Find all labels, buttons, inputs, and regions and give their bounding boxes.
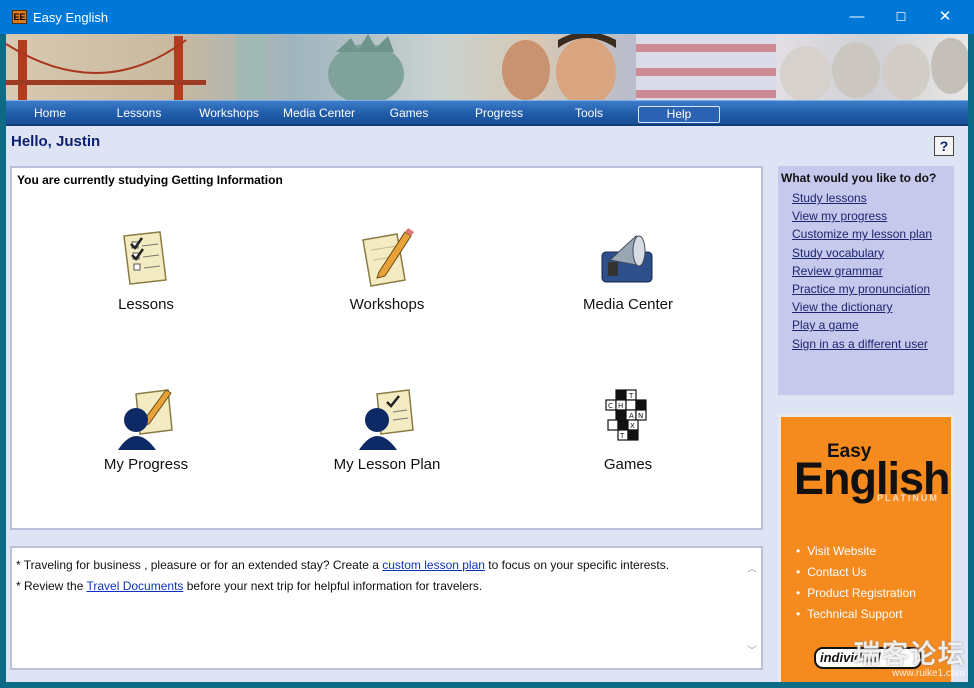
app-icon: EE	[12, 10, 27, 24]
tile-workshops[interactable]: Workshops	[307, 226, 467, 336]
link-play-a-game[interactable]: Play a game	[792, 316, 932, 334]
activity-panel: You are currently studying Getting Infor…	[10, 166, 763, 530]
tile-lessons[interactable]: Lessons	[66, 226, 226, 336]
help-icon[interactable]: ?	[934, 136, 954, 156]
scroll-up-icon[interactable]: ︿	[745, 560, 759, 575]
tip-text: before your next trip for helpful inform…	[183, 579, 483, 593]
link-view-dictionary[interactable]: View the dictionary	[792, 298, 932, 316]
greeting: Hello, Justin	[11, 133, 101, 150]
banner-image	[6, 34, 968, 100]
person-checklist-icon	[359, 389, 414, 450]
todo-links: Study lessons View my progress Customize…	[792, 189, 932, 353]
svg-text:X: X	[630, 422, 635, 430]
tip-text: to focus on your specific interests.	[484, 558, 670, 572]
checklist-icon	[123, 231, 167, 285]
tile-media-center[interactable]: Media Center	[548, 226, 708, 336]
tips-text: * Traveling for business , pleasure or f…	[16, 555, 669, 597]
megaphone-icon	[601, 235, 653, 283]
link-contact-us[interactable]: Contact Us	[796, 562, 916, 583]
person-notepad-icon	[118, 389, 173, 450]
tile-my-progress[interactable]: My Progress	[66, 386, 226, 496]
nav-home[interactable]: Home	[9, 106, 91, 123]
link-view-my-progress[interactable]: View my progress	[792, 207, 932, 225]
link-visit-website[interactable]: Visit Website	[796, 541, 916, 562]
tip-text: * Traveling for business , pleasure or f…	[16, 558, 383, 572]
scroll-down-icon[interactable]: ﹀	[745, 642, 759, 657]
tile-my-lesson-plan[interactable]: My Lesson Plan	[307, 386, 467, 496]
svg-text:A: A	[629, 412, 634, 420]
notepad-pencil-icon	[362, 228, 414, 287]
custom-lesson-plan-link[interactable]: custom lesson plan	[382, 558, 485, 572]
tile-my-progress-label: My Progress	[103, 456, 189, 473]
svg-text:H: H	[618, 402, 623, 410]
tips-scrollbar[interactable]: ︿ ﹀	[745, 550, 759, 668]
link-practice-pronunciation[interactable]: Practice my pronunciation	[792, 280, 932, 298]
main-navigation: Home Lessons Workshops Media Center Game…	[6, 100, 968, 126]
promo-links: Visit Website Contact Us Product Registr…	[796, 541, 916, 625]
svg-text:C: C	[608, 402, 613, 410]
tile-lessons-label: Lessons	[118, 296, 174, 313]
watermark-text: 瑞客论坛	[854, 639, 967, 669]
svg-text:T: T	[628, 392, 634, 400]
nav-media-center[interactable]: Media Center	[278, 106, 360, 123]
todo-heading: What would you like to do?	[781, 171, 937, 185]
watermark: 瑞客论坛 www.ruike1.com	[848, 632, 974, 688]
app-window: EE Easy English — ☐ ✕ Home Lessons Works…	[0, 0, 974, 688]
svg-text:T: T	[619, 432, 625, 440]
minimize-button[interactable]: —	[834, 0, 880, 34]
link-review-grammar[interactable]: Review grammar	[792, 262, 932, 280]
link-customize-lesson-plan[interactable]: Customize my lesson plan	[792, 225, 932, 243]
studying-heading: You are currently studying Getting Infor…	[17, 173, 283, 187]
content-area: Hello, Justin ? You are currently studyi…	[6, 126, 968, 682]
link-technical-support[interactable]: Technical Support	[796, 604, 916, 625]
banner-collage-icon	[6, 34, 968, 100]
tip-line-1: * Traveling for business , pleasure or f…	[16, 555, 669, 576]
nav-workshops[interactable]: Workshops	[188, 106, 270, 123]
tile-workshops-label: Workshops	[349, 296, 425, 313]
tip-text: * Review the	[16, 579, 87, 593]
link-product-registration[interactable]: Product Registration	[796, 583, 916, 604]
tile-media-center-label: Media Center	[582, 296, 674, 313]
crossword-icon: T C H A NX T	[605, 389, 647, 441]
tile-my-lesson-plan-label: My Lesson Plan	[333, 456, 441, 473]
window-title: Easy English	[33, 10, 109, 25]
link-study-vocabulary[interactable]: Study vocabulary	[792, 244, 932, 262]
nav-games[interactable]: Games	[368, 106, 450, 123]
promo-logo-platinum: PLATINUM	[877, 493, 939, 503]
tile-games[interactable]: T CH ANX T Games	[548, 386, 708, 496]
link-study-lessons[interactable]: Study lessons	[792, 189, 932, 207]
tile-games-label: Games	[603, 456, 653, 473]
nav-tools[interactable]: Tools	[548, 106, 630, 123]
travel-documents-link[interactable]: Travel Documents	[86, 579, 183, 593]
nav-progress[interactable]: Progress	[458, 106, 540, 123]
nav-help[interactable]: Help	[638, 106, 720, 123]
nav-lessons[interactable]: Lessons	[98, 106, 180, 123]
todo-panel: What would you like to do? Study lessons…	[778, 166, 954, 395]
maximize-button[interactable]: ☐	[878, 0, 924, 34]
watermark-url: www.ruike1.com	[892, 668, 965, 679]
tip-line-2: * Review the Travel Documents before you…	[16, 576, 669, 597]
close-button[interactable]: ✕	[922, 0, 968, 34]
link-sign-in-different-user[interactable]: Sign in as a different user	[792, 335, 932, 353]
svg-text:N: N	[638, 412, 643, 420]
tips-box: * Traveling for business , pleasure or f…	[10, 546, 763, 670]
title-bar: EE Easy English — ☐ ✕	[0, 0, 974, 34]
